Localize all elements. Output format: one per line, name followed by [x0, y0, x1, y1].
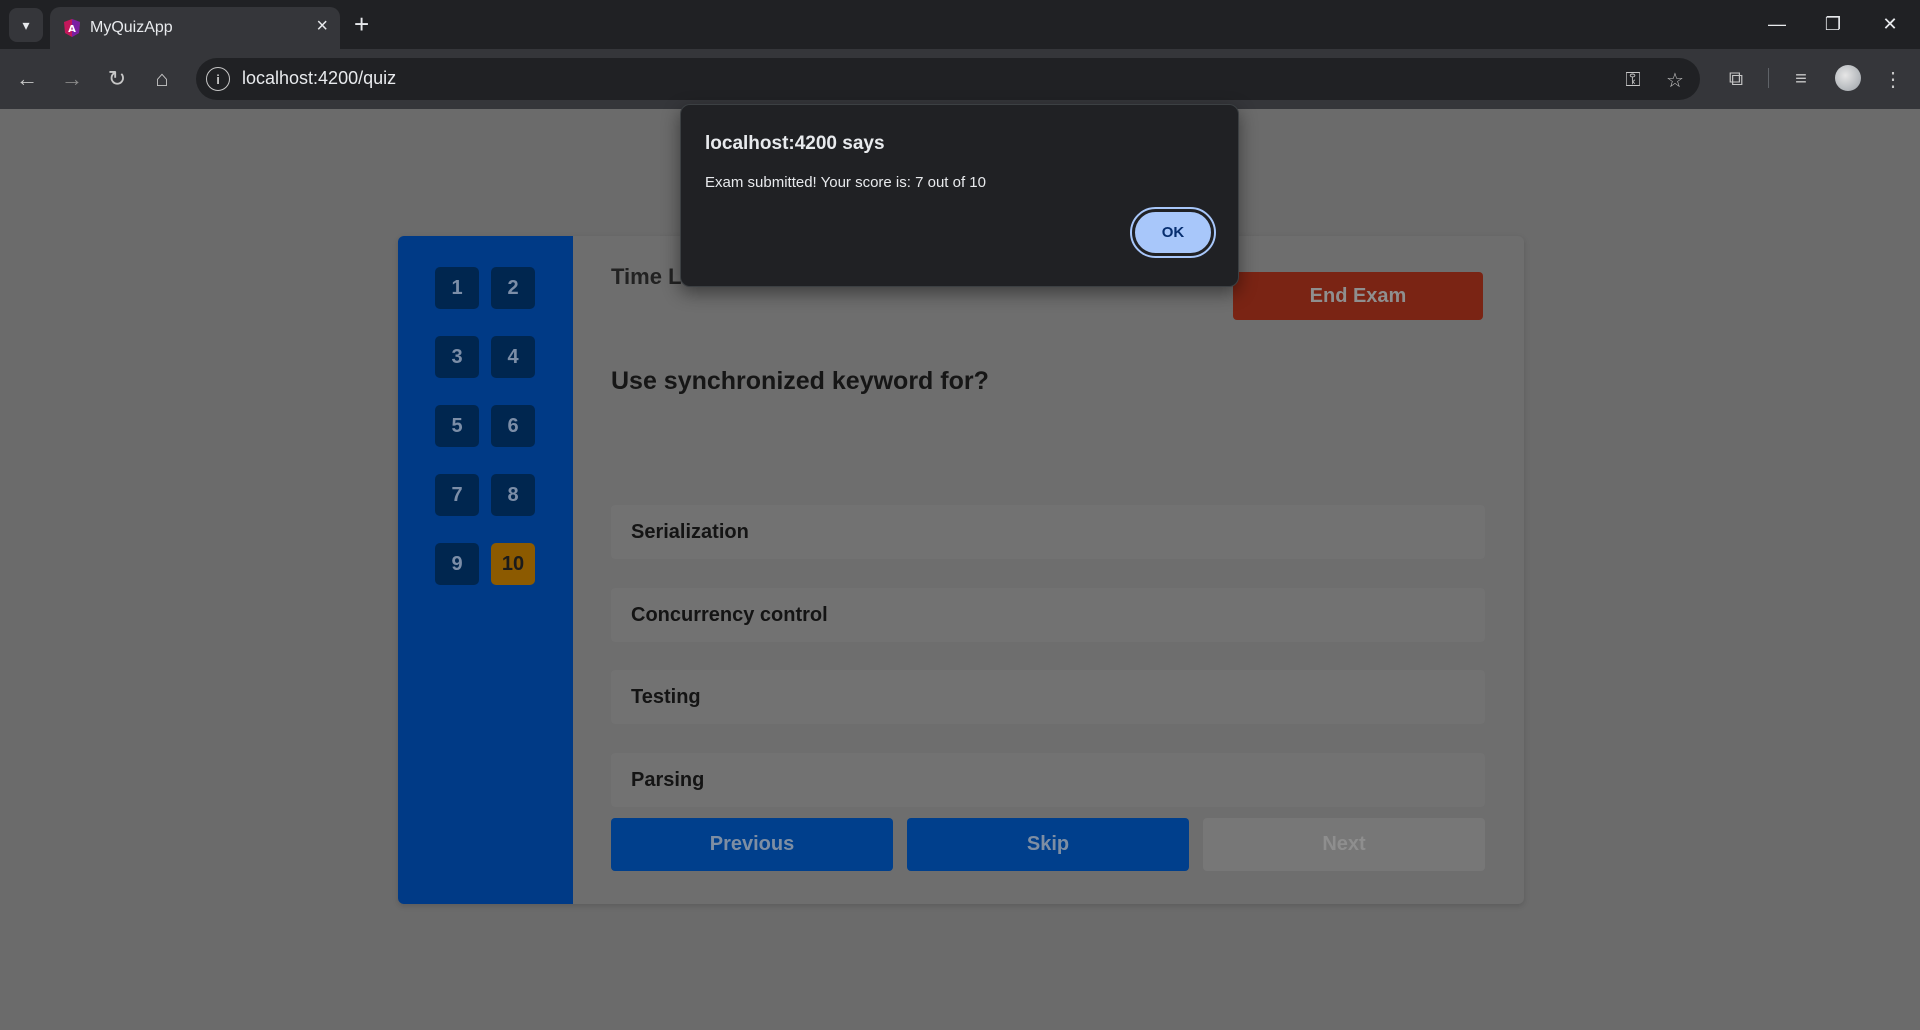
question-nav-10-active[interactable]: 10 [491, 543, 535, 585]
media-queue-icon[interactable]: ≡ [1784, 63, 1818, 95]
option-3[interactable]: Testing [611, 670, 1485, 724]
option-2[interactable]: Concurrency control [611, 588, 1485, 642]
password-key-icon[interactable]: ⚿ [1620, 67, 1646, 93]
minimize-icon[interactable]: — [1757, 8, 1797, 40]
more-menu-icon[interactable]: ⋮ [1876, 63, 1910, 95]
skip-button[interactable]: Skip [907, 818, 1189, 871]
browser-toolbar: ← → ↻ ⌂ i localhost:4200/quiz ⚿ ☆ [0, 49, 1920, 109]
tab-bar: ▾ A MyQuizApp × + — ❐ ✕ [0, 0, 1920, 49]
question-nav-8[interactable]: 8 [491, 474, 535, 516]
home-icon[interactable]: ⌂ [146, 63, 178, 95]
address-bar[interactable]: i localhost:4200/quiz ⚿ ☆ [196, 58, 1700, 100]
question-nav-3[interactable]: 3 [435, 336, 479, 378]
dialog-message: Exam submitted! Your score is: 7 out of … [705, 174, 986, 191]
option-1[interactable]: Serialization [611, 505, 1485, 559]
site-info-icon[interactable]: i [206, 67, 230, 91]
back-arrow-icon[interactable]: ← [11, 63, 43, 95]
close-window-icon[interactable]: ✕ [1870, 8, 1910, 40]
reload-icon[interactable]: ↻ [101, 63, 133, 95]
alert-dialog: localhost:4200 says Exam submitted! Your… [680, 104, 1239, 287]
dialog-ok-button[interactable]: OK [1130, 207, 1216, 258]
question-nav-7[interactable]: 7 [435, 474, 479, 516]
bookmark-star-icon[interactable]: ☆ [1662, 67, 1688, 93]
question-nav-2[interactable]: 2 [491, 267, 535, 309]
tab-search-chevron-icon[interactable]: ▾ [9, 8, 43, 42]
question-nav-4[interactable]: 4 [491, 336, 535, 378]
option-4[interactable]: Parsing [611, 753, 1485, 807]
end-exam-button[interactable]: End Exam [1233, 272, 1483, 320]
angular-favicon-icon: A [64, 19, 80, 37]
toolbar-divider [1768, 68, 1769, 88]
question-nav-sidebar: 1 2 3 4 5 6 7 8 9 10 [398, 236, 573, 904]
dialog-title: localhost:4200 says [705, 133, 885, 154]
new-tab-plus-icon[interactable]: + [354, 11, 369, 37]
tab-close-icon[interactable]: × [316, 16, 328, 36]
question-nav-5[interactable]: 5 [435, 405, 479, 447]
tab-title: MyQuizApp [90, 19, 173, 36]
question-nav-6[interactable]: 6 [491, 405, 535, 447]
profile-avatar[interactable] [1835, 65, 1861, 91]
svg-text:A: A [68, 24, 76, 35]
quiz-main: Time L End Exam Use synchronized keyword… [573, 236, 1524, 904]
next-button[interactable]: Next [1203, 818, 1485, 871]
question-nav-9[interactable]: 9 [435, 543, 479, 585]
url-text[interactable]: localhost:4200/quiz [242, 68, 396, 89]
previous-button[interactable]: Previous [611, 818, 893, 871]
question-nav-1[interactable]: 1 [435, 267, 479, 309]
extensions-puzzle-icon[interactable]: ⧉ [1719, 63, 1753, 95]
forward-arrow-icon[interactable]: → [56, 63, 88, 95]
quiz-card: 1 2 3 4 5 6 7 8 9 10 Time L End Exam Use… [398, 236, 1524, 904]
browser-tab[interactable]: A MyQuizApp × [50, 7, 340, 49]
timer-label: Time L [611, 264, 682, 289]
question-text: Use synchronized keyword for? [611, 367, 989, 395]
restore-icon[interactable]: ❐ [1813, 8, 1853, 40]
